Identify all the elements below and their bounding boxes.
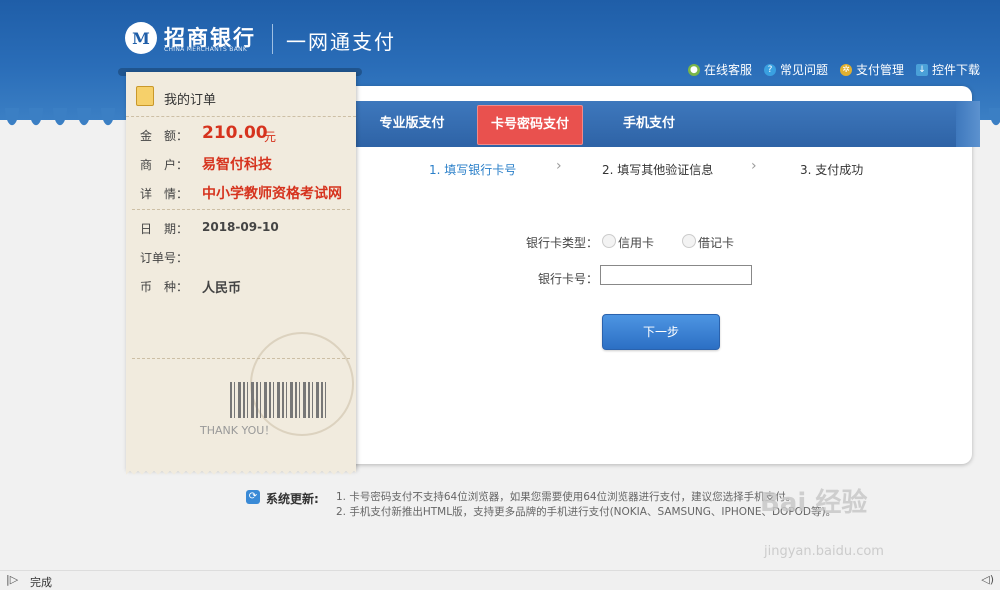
date-value: 2018-09-10 [202,220,279,234]
receipt-header: 我的订单 [126,72,356,117]
play-icon: |▷ [6,573,19,586]
currency-label: 币 种： [140,280,189,294]
faq-link[interactable]: ? 常见问题 [763,61,828,78]
credit-card-radio[interactable] [602,234,616,248]
watermark-url: jingyan.baidu.com [764,544,884,559]
notice-label: 系统更新: [266,492,319,506]
status-text: 完成 [30,576,52,589]
chevron-right-icon: › [556,158,562,174]
order-receipt: 我的订单 金 额： 210.00 元 商 户： 易智付科技 详 情： 中小学教师… [126,72,356,476]
link-label: 控件下载 [931,63,980,77]
card-number-input[interactable] [600,265,752,285]
watermark-logo: Bai 经验 [760,488,868,518]
barcode-icon [230,382,328,418]
step-2: 2. 填写其他验证信息 [602,163,714,177]
link-label: 在线客服 [703,63,752,77]
download-icon: ↓ [915,63,928,76]
speaker-icon[interactable]: ◁) [981,573,994,586]
amount-unit: 元 [264,130,277,144]
step-3: 3. 支付成功 [800,163,864,177]
chevron-right-icon: › [751,158,757,174]
currency-value: 人民币 [202,281,242,296]
detail-label: 详 情： [140,187,189,201]
merchant-value: 易智付科技 [202,157,272,173]
help-icon: ? [763,63,776,76]
credit-card-label[interactable]: 信用卡 [618,234,654,251]
debit-card-radio[interactable] [682,234,696,248]
payment-tab-bar: 专业版支付 卡号密码支付 手机支付 [340,101,980,147]
payment-management-link[interactable]: ✲ 支付管理 [839,61,904,78]
receipt-divider [132,209,350,210]
link-label: 支付管理 [855,63,904,77]
online-service-link[interactable]: ● 在线客服 [687,61,752,78]
detail-value: 中小学教师资格考试网 [202,186,342,202]
tab-bar-shade [956,101,980,147]
logo-divider [272,24,273,54]
service-name: 一网通支付 [286,30,396,54]
chat-icon: ● [687,63,700,76]
step-1: 1. 填写银行卡号 [429,163,517,177]
tab-card-password-payment[interactable]: 卡号密码支付 [477,105,583,145]
refresh-icon: ⟳ [246,490,260,504]
top-links: ● 在线客服 ? 常见问题 ✲ 支付管理 ↓ 控件下载 [687,61,980,78]
bank-logo-icon: M [125,22,157,54]
card-type-label: 银行卡类型： [526,236,599,250]
order-number-label: 订单号： [140,251,189,265]
next-step-button[interactable]: 下一步 [602,314,720,350]
debit-card-label[interactable]: 借记卡 [698,234,734,251]
browser-status-bar: |▷ 完成 ◁) [0,570,1000,590]
bank-name-english: CHINA MERCHANTS BANK [164,46,248,53]
link-label: 常见问题 [779,63,828,77]
date-label: 日 期： [140,222,189,236]
control-download-link[interactable]: ↓ 控件下载 [915,61,980,78]
order-title: 我的订单 [164,93,217,108]
progress-steps: 1. 填写银行卡号 › 2. 填写其他验证信息 › 3. 支付成功 [340,158,972,180]
tab-mobile-payment[interactable]: 手机支付 [602,101,696,147]
merchant-label: 商 户： [140,158,189,172]
tab-professional-payment[interactable]: 专业版支付 [362,101,462,147]
amount-label: 金 额： [140,129,189,143]
thank-you-text: THANK YOU！ [200,424,276,437]
card-number-label: 银行卡号： [538,272,599,286]
receipt-torn-edge [126,470,356,476]
clipboard-icon [136,86,154,106]
amount-value: 210.00 [202,123,268,143]
gear-icon: ✲ [839,63,852,76]
notice-line-1: 1. 卡号密码支付不支持64位浏览器，如果您需要使用64位浏览器进行支付，建议您… [336,491,797,503]
